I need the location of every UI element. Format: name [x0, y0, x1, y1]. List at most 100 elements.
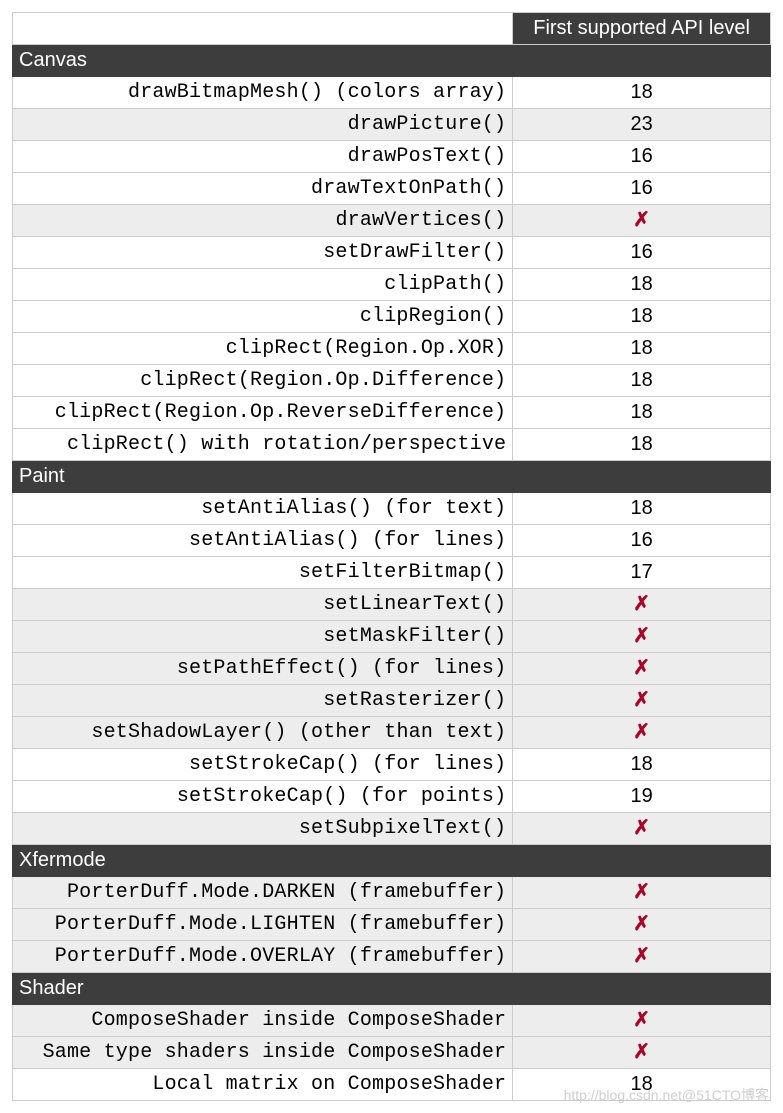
api-cell: 18 — [513, 269, 771, 301]
method-cell: Same type shaders inside ComposeShader — [13, 1037, 513, 1069]
api-cell: ✗ — [513, 685, 771, 717]
api-cell: ✗ — [513, 813, 771, 845]
method-cell: ComposeShader inside ComposeShader — [13, 1005, 513, 1037]
method-cell: setLinearText() — [13, 589, 513, 621]
method-cell: drawPosText() — [13, 141, 513, 173]
section-title: Xfermode — [13, 845, 771, 877]
method-cell: PorterDuff.Mode.OVERLAY (framebuffer) — [13, 941, 513, 973]
method-cell: clipRect(Region.Op.XOR) — [13, 333, 513, 365]
section-title: Shader — [13, 973, 771, 1005]
api-cell: 18 — [513, 429, 771, 461]
api-cell: 23 — [513, 109, 771, 141]
method-cell: drawTextOnPath() — [13, 173, 513, 205]
api-cell: ✗ — [513, 717, 771, 749]
table-row: setAntiAlias() (for text)18 — [13, 493, 771, 525]
table-row: setFilterBitmap()17 — [13, 557, 771, 589]
table-row: setMaskFilter()✗ — [13, 621, 771, 653]
api-cell: ✗ — [513, 1005, 771, 1037]
api-cell: ✗ — [513, 877, 771, 909]
api-cell: ✗ — [513, 621, 771, 653]
table-row: clipRect(Region.Op.XOR)18 — [13, 333, 771, 365]
method-cell: setStrokeCap() (for lines) — [13, 749, 513, 781]
section-row: Canvas — [13, 45, 771, 77]
unsupported-icon: ✗ — [633, 209, 650, 231]
api-cell: ✗ — [513, 653, 771, 685]
header-api-level: First supported API level — [513, 13, 771, 45]
table-row: clipRect() with rotation/perspective18 — [13, 429, 771, 461]
table-row: clipPath()18 — [13, 269, 771, 301]
api-cell: ✗ — [513, 1037, 771, 1069]
api-cell: 18 — [513, 397, 771, 429]
table-row: PorterDuff.Mode.OVERLAY (framebuffer) ✗ — [13, 941, 771, 973]
method-cell: setShadowLayer() (other than text) — [13, 717, 513, 749]
api-cell: ✗ — [513, 205, 771, 237]
unsupported-icon: ✗ — [633, 625, 650, 647]
table-row: setAntiAlias() (for lines)16 — [13, 525, 771, 557]
unsupported-icon: ✗ — [633, 593, 650, 615]
method-cell: PorterDuff.Mode.DARKEN (framebuffer) — [13, 877, 513, 909]
method-cell: clipRect() with rotation/perspective — [13, 429, 513, 461]
table-row: setPathEffect() (for lines) ✗ — [13, 653, 771, 685]
table-row: setSubpixelText()✗ — [13, 813, 771, 845]
method-cell: drawPicture() — [13, 109, 513, 141]
table-row: drawPosText()16 — [13, 141, 771, 173]
header-row: First supported API level — [13, 13, 771, 45]
table-row: Local matrix on ComposeShader18 — [13, 1069, 771, 1101]
table-row: drawVertices() ✗ — [13, 205, 771, 237]
api-cell: 16 — [513, 237, 771, 269]
unsupported-icon: ✗ — [633, 1041, 650, 1063]
api-cell: 16 — [513, 141, 771, 173]
table-row: drawPicture()23 — [13, 109, 771, 141]
table-row: setShadowLayer() (other than text)✗ — [13, 717, 771, 749]
unsupported-icon: ✗ — [633, 1009, 650, 1031]
table-row: PorterDuff.Mode.DARKEN (framebuffer) ✗ — [13, 877, 771, 909]
unsupported-icon: ✗ — [633, 913, 650, 935]
api-cell: 18 — [513, 301, 771, 333]
table-row: setRasterizer()✗ — [13, 685, 771, 717]
api-cell: 18 — [513, 77, 771, 109]
table-body: First supported API levelCanvasdrawBitma… — [13, 13, 771, 1101]
unsupported-icon: ✗ — [633, 945, 650, 967]
table-row: drawTextOnPath()16 — [13, 173, 771, 205]
api-cell: 17 — [513, 557, 771, 589]
unsupported-icon: ✗ — [633, 881, 650, 903]
header-blank — [13, 13, 513, 45]
section-title: Paint — [13, 461, 771, 493]
method-cell: setDrawFilter() — [13, 237, 513, 269]
api-cell: ✗ — [513, 589, 771, 621]
api-cell: 18 — [513, 333, 771, 365]
api-cell: ✗ — [513, 941, 771, 973]
method-cell: drawBitmapMesh() (colors array) — [13, 77, 513, 109]
method-cell: setRasterizer() — [13, 685, 513, 717]
unsupported-icon: ✗ — [633, 817, 650, 839]
table-row: setLinearText() ✗ — [13, 589, 771, 621]
method-cell: clipPath() — [13, 269, 513, 301]
table-row: ComposeShader inside ComposeShader ✗ — [13, 1005, 771, 1037]
section-title: Canvas — [13, 45, 771, 77]
api-cell: 18 — [513, 493, 771, 525]
table-row: clipRegion()18 — [13, 301, 771, 333]
api-cell: 19 — [513, 781, 771, 813]
method-cell: setAntiAlias() (for lines) — [13, 525, 513, 557]
method-cell: clipRect(Region.Op.Difference) — [13, 365, 513, 397]
method-cell: setPathEffect() (for lines) — [13, 653, 513, 685]
method-cell: setAntiAlias() (for text) — [13, 493, 513, 525]
method-cell: clipRect(Region.Op.ReverseDifference) — [13, 397, 513, 429]
section-row: Shader — [13, 973, 771, 1005]
unsupported-icon: ✗ — [633, 657, 650, 679]
method-cell: setStrokeCap() (for points) — [13, 781, 513, 813]
api-cell: 18 — [513, 1069, 771, 1101]
method-cell: Local matrix on ComposeShader — [13, 1069, 513, 1101]
table-row: setStrokeCap() (for lines)18 — [13, 749, 771, 781]
section-row: Xfermode — [13, 845, 771, 877]
method-cell: drawVertices() — [13, 205, 513, 237]
api-cell: 16 — [513, 525, 771, 557]
table-row: setDrawFilter()16 — [13, 237, 771, 269]
table-row: clipRect(Region.Op.ReverseDifference)18 — [13, 397, 771, 429]
table-row: drawBitmapMesh() (colors array)18 — [13, 77, 771, 109]
api-cell: 18 — [513, 749, 771, 781]
table-row: clipRect(Region.Op.Difference)18 — [13, 365, 771, 397]
table-row: Same type shaders inside ComposeShader ✗ — [13, 1037, 771, 1069]
method-cell: clipRegion() — [13, 301, 513, 333]
table-row: setStrokeCap() (for points)19 — [13, 781, 771, 813]
